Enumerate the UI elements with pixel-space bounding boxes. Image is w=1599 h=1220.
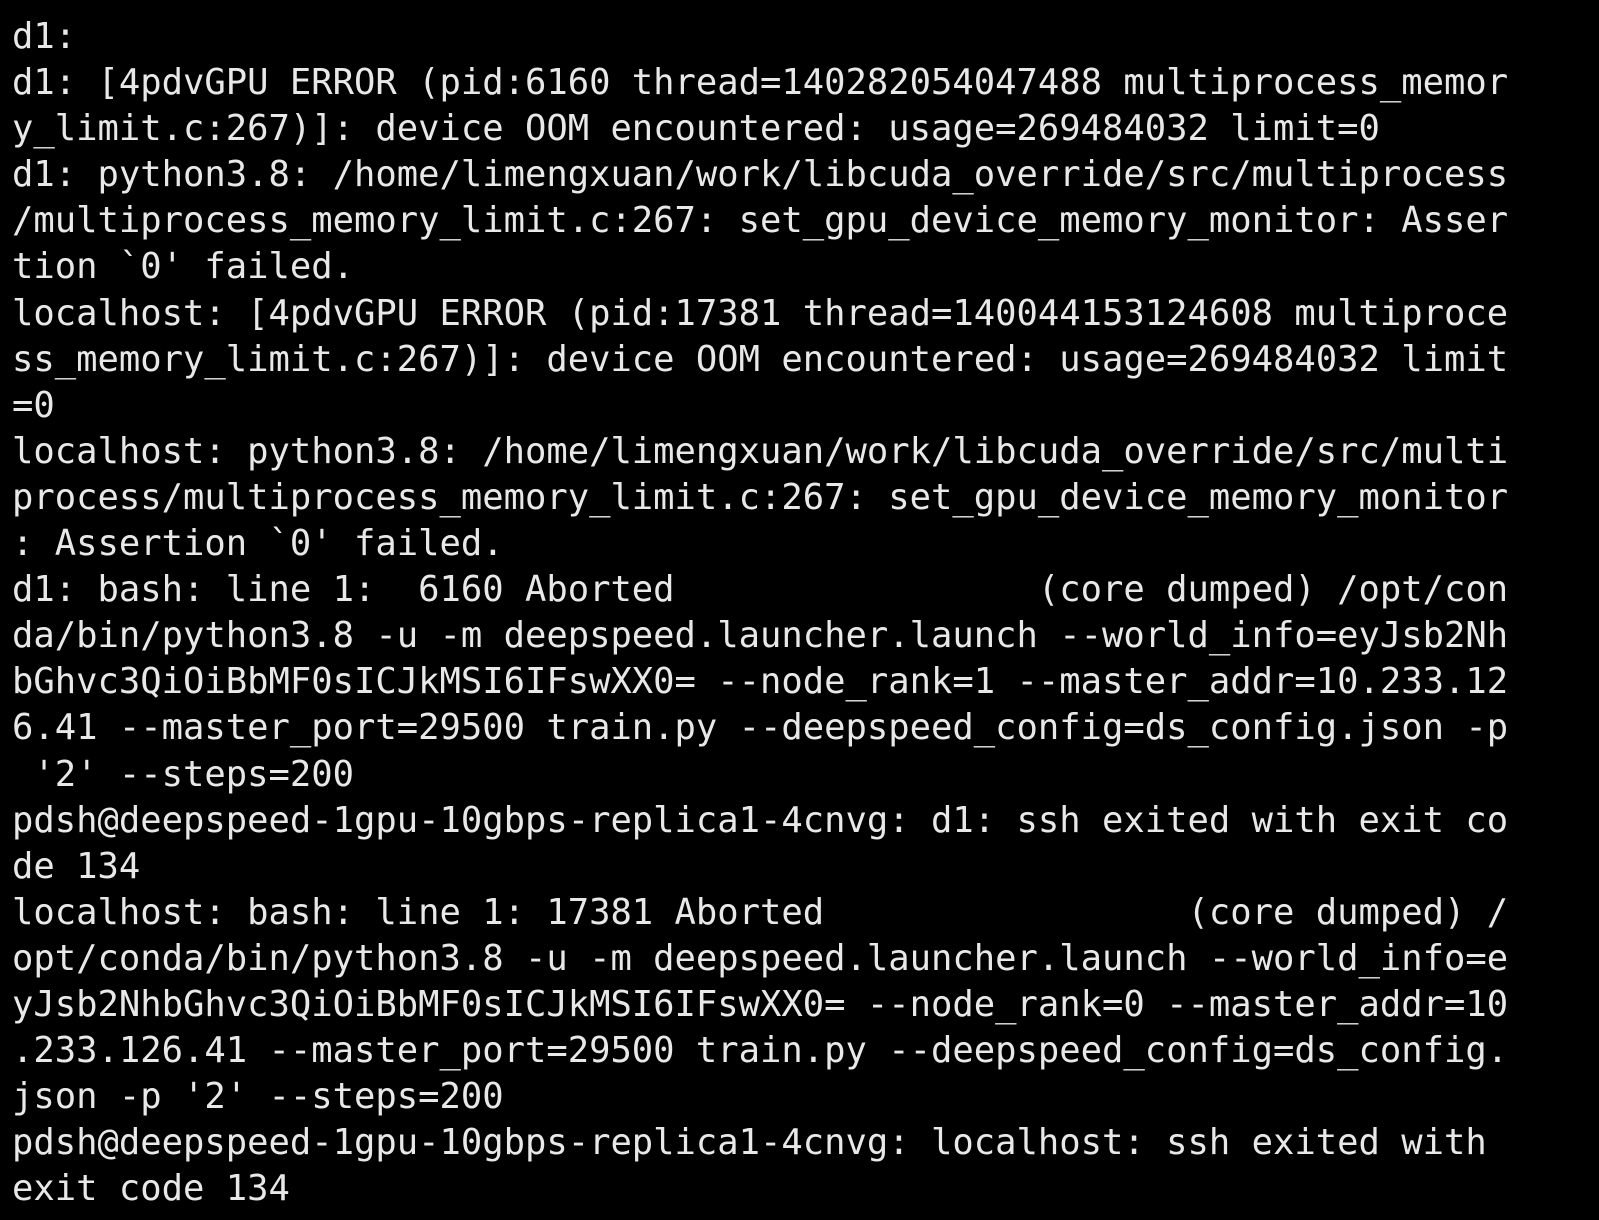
terminal-line: de 134 — [12, 845, 141, 887]
terminal-line: d1: python3.8: /home/limengxuan/work/lib… — [12, 154, 1509, 196]
terminal-line: ss_memory_limit.c:267)]: device OOM enco… — [12, 338, 1509, 380]
terminal-line: localhost: python3.8: /home/limengxuan/w… — [12, 430, 1509, 472]
terminal-line: '2' --steps=200 — [12, 753, 354, 795]
terminal-line: yJsb2NhbGhvc3QiOiBbMF0sICJkMSI6IFswXX0= … — [12, 983, 1509, 1025]
terminal-line: pdsh@deepspeed-1gpu-10gbps-replica1-4cnv… — [12, 799, 1509, 841]
terminal-line: da/bin/python3.8 -u -m deepspeed.launche… — [12, 615, 1509, 657]
terminal-line: 6.41 --master_port=29500 train.py --deep… — [12, 707, 1509, 749]
terminal-line: pdsh@deepspeed-1gpu-10gbps-replica1-4cnv… — [12, 1122, 1487, 1164]
terminal-line: : Assertion `0' failed. — [12, 523, 504, 565]
terminal-line: .233.126.41 --master_port=29500 train.py… — [12, 1030, 1509, 1072]
terminal-line: bGhvc3QiOiBbMF0sICJkMSI6IFswXX0= --node_… — [12, 661, 1509, 703]
terminal-line: d1: — [12, 16, 77, 57]
terminal-line: /multiprocess_memory_limit.c:267: set_gp… — [12, 200, 1509, 242]
terminal-line: opt/conda/bin/python3.8 -u -m deepspeed.… — [12, 937, 1509, 979]
terminal-line: process/multiprocess_memory_limit.c:267:… — [12, 476, 1509, 518]
terminal-line: y_limit.c:267)]: device OOM encountered:… — [12, 108, 1380, 150]
terminal-line: localhost: [4pdvGPU ERROR (pid:17381 thr… — [12, 292, 1509, 334]
terminal-line: =0 — [12, 384, 55, 426]
terminal-line: d1: bash: line 1: 6160 Aborted (core dum… — [12, 569, 1509, 611]
terminal-line: json -p '2' --steps=200 — [12, 1076, 504, 1118]
terminal-window[interactable]: d1: d1: [4pdvGPU ERROR (pid:6160 thread=… — [0, 0, 1599, 1220]
terminal-line: exit code 134 — [12, 1168, 290, 1210]
terminal-line: d1: [4pdvGPU ERROR (pid:6160 thread=1402… — [12, 62, 1509, 104]
terminal-line: tion `0' failed. — [12, 246, 354, 288]
terminal-line: localhost: bash: line 1: 17381 Aborted (… — [12, 891, 1509, 933]
